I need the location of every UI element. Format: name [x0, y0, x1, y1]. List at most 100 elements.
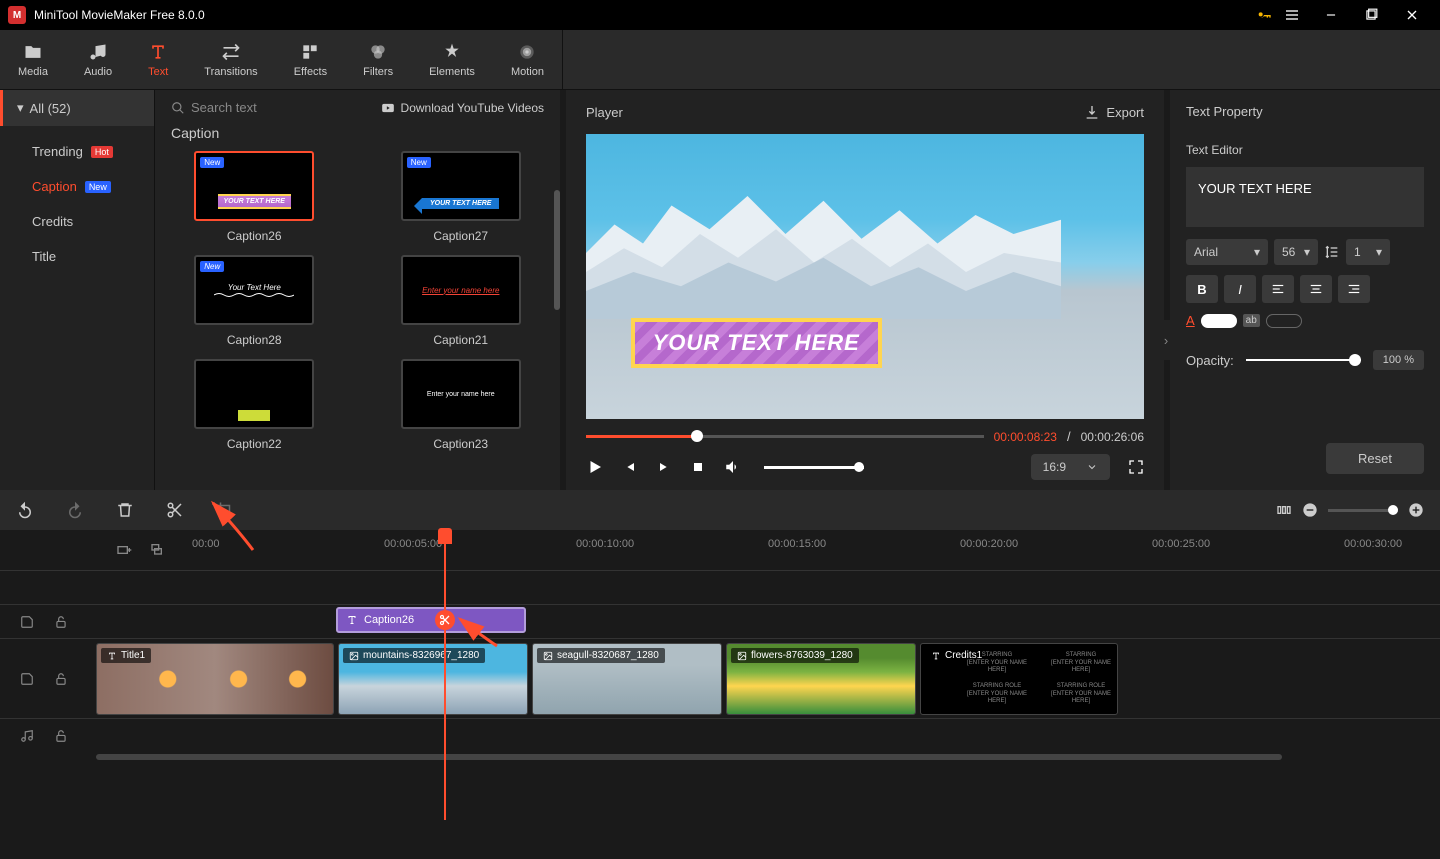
- play-button[interactable]: [586, 458, 604, 476]
- maximize-button[interactable]: [1364, 8, 1392, 22]
- highlight-color-swatch[interactable]: [1266, 314, 1302, 328]
- track-layers-icon[interactable]: [150, 542, 166, 558]
- line-spacing-dropdown[interactable]: 1 ▾: [1346, 239, 1390, 265]
- close-button[interactable]: [1404, 7, 1432, 23]
- sidebar-item-trending[interactable]: Trending Hot: [0, 134, 154, 169]
- chevron-down-icon: ▾: [1254, 245, 1260, 259]
- opacity-slider[interactable]: [1246, 359, 1361, 361]
- fit-timeline-icon[interactable]: [1276, 502, 1292, 518]
- timeline-ruler[interactable]: 00:00 00:00:05:00 00:00:10:00 00:00:15:0…: [192, 530, 1440, 570]
- align-right-button[interactable]: [1338, 275, 1370, 303]
- tab-elements[interactable]: Elements: [411, 30, 493, 89]
- text-content-input[interactable]: [1186, 167, 1424, 227]
- stop-button[interactable]: [690, 459, 706, 475]
- minimize-button[interactable]: [1324, 8, 1352, 22]
- save-track-icon[interactable]: [20, 672, 34, 686]
- music-track-icon[interactable]: [20, 729, 34, 743]
- download-youtube-link[interactable]: Download YouTube Videos: [381, 101, 544, 115]
- gallery-scrollbar[interactable]: [554, 190, 560, 310]
- undo-button[interactable]: [16, 501, 34, 519]
- align-center-button[interactable]: [1300, 275, 1332, 303]
- opacity-label: Opacity:: [1186, 353, 1234, 368]
- video-clip-flowers[interactable]: flowers-8763039_1280: [726, 643, 916, 715]
- template-caption22[interactable]: Caption22: [171, 359, 338, 451]
- prev-frame-button[interactable]: [622, 459, 638, 475]
- italic-button[interactable]: I: [1224, 275, 1256, 303]
- zoom-slider[interactable]: [1328, 509, 1398, 512]
- progress-handle[interactable]: [691, 430, 703, 442]
- download-icon: [381, 101, 395, 115]
- template-caption27[interactable]: New YOUR TEXT HERE Caption27: [378, 151, 545, 243]
- next-frame-button[interactable]: [656, 459, 672, 475]
- title-bar: M MiniTool MovieMaker Free 8.0.0: [0, 0, 1440, 30]
- tab-audio[interactable]: Audio: [66, 30, 130, 89]
- search-input[interactable]: Search text: [171, 100, 257, 115]
- fullscreen-button[interactable]: [1128, 459, 1144, 475]
- tab-media[interactable]: Media: [0, 30, 66, 89]
- zoom-in-button[interactable]: [1408, 502, 1424, 518]
- lock-track-icon[interactable]: [54, 729, 68, 743]
- tab-transitions[interactable]: Transitions: [186, 30, 275, 89]
- font-size-dropdown[interactable]: 56 ▾: [1274, 239, 1318, 265]
- text-color-swatch[interactable]: [1201, 314, 1237, 328]
- export-button[interactable]: Export: [1084, 104, 1144, 120]
- player-progress-bar[interactable]: [586, 435, 984, 438]
- timeline-scrollbar[interactable]: [0, 752, 1440, 762]
- template-caption28[interactable]: New Your Text Here Caption28: [171, 255, 338, 347]
- lock-track-icon[interactable]: [54, 615, 68, 629]
- image-icon: [543, 651, 553, 661]
- video-clip-title1[interactable]: Title1: [96, 643, 334, 715]
- tab-motion[interactable]: Motion: [493, 30, 562, 89]
- new-badge: New: [85, 181, 111, 193]
- template-caption21[interactable]: Enter your name here Caption21: [378, 255, 545, 347]
- zoom-handle[interactable]: [1388, 505, 1398, 515]
- reset-button[interactable]: Reset: [1326, 443, 1424, 474]
- text-editor-label: Text Editor: [1170, 133, 1440, 167]
- category-sidebar: ▾ All (52) Trending Hot Caption New Cred…: [0, 90, 155, 490]
- sidebar-item-caption[interactable]: Caption New: [0, 169, 154, 204]
- add-track-icon[interactable]: [116, 542, 132, 558]
- lock-track-icon[interactable]: [54, 672, 68, 686]
- split-button[interactable]: [166, 501, 184, 519]
- zoom-out-button[interactable]: [1302, 502, 1318, 518]
- tab-effects[interactable]: Effects: [276, 30, 345, 89]
- save-track-icon[interactable]: [20, 615, 34, 629]
- menu-icon[interactable]: [1284, 7, 1312, 23]
- time-total: 00:00:26:06: [1081, 430, 1144, 444]
- new-badge: New: [200, 157, 224, 168]
- font-dropdown[interactable]: Arial ▾: [1186, 239, 1268, 265]
- template-caption26[interactable]: New YOUR TEXT HERE Caption26: [171, 151, 338, 243]
- collapse-panel-button[interactable]: ›: [1162, 320, 1170, 360]
- video-clip-seagull[interactable]: seagull-8320687_1280: [532, 643, 722, 715]
- sidebar-item-title[interactable]: Title: [0, 239, 154, 274]
- player-panel: Player Export YOUR TEXT HERE: [566, 90, 1164, 490]
- playhead[interactable]: [444, 530, 446, 820]
- key-icon[interactable]: [1256, 7, 1272, 23]
- volume-slider[interactable]: [764, 466, 864, 469]
- template-caption23[interactable]: Enter your name here Caption23: [378, 359, 545, 451]
- chevron-down-icon: [1086, 461, 1098, 473]
- props-header: Text Property: [1170, 90, 1440, 133]
- main-toolbar: Media Audio Text Transitions Effects: [0, 30, 1440, 90]
- volume-icon[interactable]: [724, 458, 742, 476]
- tab-filters[interactable]: Filters: [345, 30, 411, 89]
- video-clip-credits1[interactable]: Credits1 STARRING[ENTER YOUR NAME HERE]S…: [920, 643, 1118, 715]
- redo-button[interactable]: [66, 501, 84, 519]
- player-viewport[interactable]: YOUR TEXT HERE: [586, 134, 1144, 419]
- elements-icon: [442, 42, 462, 62]
- sidebar-all-header[interactable]: ▾ All (52): [0, 90, 154, 126]
- sidebar-item-credits[interactable]: Credits: [0, 204, 154, 239]
- caption-overlay[interactable]: YOUR TEXT HERE: [631, 318, 882, 368]
- align-left-button[interactable]: [1262, 275, 1294, 303]
- bold-button[interactable]: B: [1186, 275, 1218, 303]
- volume-handle[interactable]: [854, 462, 864, 472]
- tab-text[interactable]: Text: [130, 30, 186, 89]
- video-clip-mountains[interactable]: mountains-8326967_1280: [338, 643, 528, 715]
- gallery-section-title: Caption: [155, 125, 560, 151]
- aspect-ratio-dropdown[interactable]: 16:9: [1031, 454, 1110, 480]
- opacity-handle[interactable]: [1349, 354, 1361, 366]
- delete-button[interactable]: [116, 501, 134, 519]
- chevron-down-icon: ▾: [1304, 245, 1310, 259]
- transition-icon: [221, 42, 241, 62]
- line-height-icon: [1324, 244, 1340, 260]
